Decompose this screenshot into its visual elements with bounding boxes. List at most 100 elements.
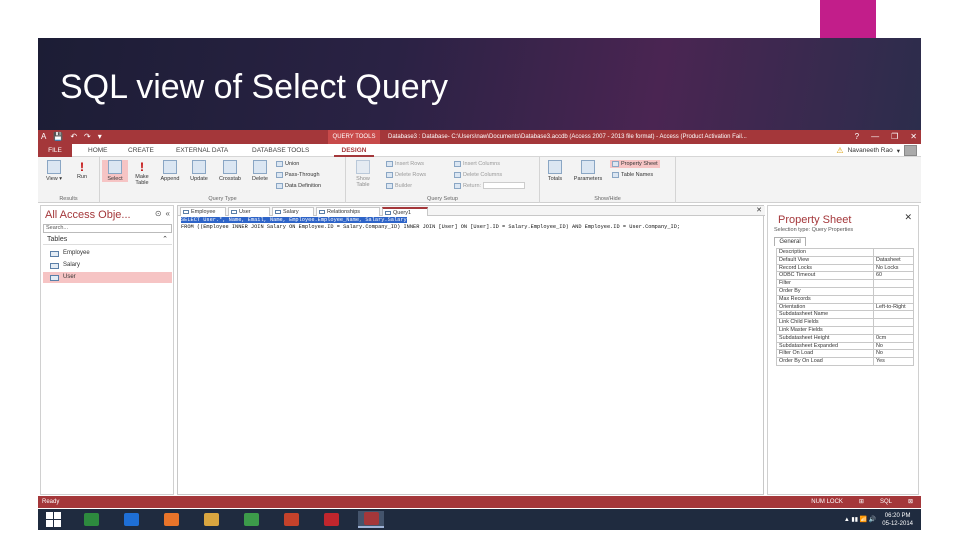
tab-external-data[interactable]: EXTERNAL DATA (176, 144, 228, 157)
update-button[interactable]: Update (186, 160, 212, 182)
nav-section-tables[interactable]: Tables ⌃ (43, 235, 172, 245)
show-table-button[interactable]: Show Table (350, 160, 376, 188)
view-button[interactable]: View ▾ (41, 160, 67, 182)
clock[interactable]: 06:20 PM 05-12-2014 (882, 512, 913, 528)
close-document-icon[interactable]: ✕ (756, 206, 762, 214)
undo-icon[interactable]: ↶ (70, 132, 77, 142)
property-row[interactable]: Default View Datasheet (776, 255, 914, 265)
property-value[interactable]: 0cm (873, 333, 914, 343)
return-input[interactable] (482, 182, 525, 190)
doc-tab-user[interactable]: User (228, 207, 270, 216)
property-row[interactable]: Filter (776, 279, 914, 288)
minimize-icon[interactable]: — (871, 130, 879, 144)
data-definition-button[interactable]: Data Definition (276, 182, 321, 190)
tab-create[interactable]: CREATE (128, 144, 154, 157)
table-names-button[interactable]: Table Names (612, 171, 653, 179)
doc-tab-query1[interactable]: Query1 (382, 207, 428, 216)
sql-editor[interactable]: SELECT User.*, Name, Email, Name, Employ… (181, 217, 761, 230)
property-value[interactable]: No Locks (873, 263, 914, 273)
property-value[interactable] (873, 318, 914, 327)
nav-item-user[interactable]: User (43, 272, 172, 283)
run-button[interactable]: ! Run (69, 160, 95, 180)
property-value[interactable] (873, 248, 914, 257)
doc-tab-salary[interactable]: Salary (272, 207, 314, 216)
property-sheet-button[interactable]: Property Sheet (610, 160, 660, 168)
tab-database-tools[interactable]: DATABASE TOOLS (252, 144, 309, 157)
taskbar-store-app[interactable] (78, 511, 104, 528)
help-icon[interactable]: ? (855, 130, 859, 144)
tray-icons[interactable]: ▲ ▮▮ 📶 🔊 (844, 516, 876, 523)
property-value[interactable] (873, 325, 914, 335)
builder-button[interactable]: Builder (386, 182, 412, 190)
property-row[interactable]: Orientation Left-to-Right (776, 302, 914, 312)
property-value[interactable]: 60 (873, 271, 914, 281)
property-row[interactable]: Subdatasheet Height 0cm (776, 333, 914, 343)
close-property-sheet-icon[interactable]: ✕ (904, 212, 912, 223)
nav-item-salary[interactable]: Salary (43, 260, 172, 271)
parameters-button[interactable]: Parameters (570, 160, 606, 182)
restore-icon[interactable]: ❐ (891, 130, 898, 144)
redo-icon[interactable]: ↷ (84, 132, 91, 142)
property-row[interactable]: Record Locks No Locks (776, 263, 914, 273)
insert-columns-button[interactable]: Insert Columns (454, 160, 500, 168)
property-row[interactable]: Filter On Load No (776, 349, 914, 359)
chrome-icon (243, 513, 259, 526)
taskbar-internet-explorer[interactable] (118, 511, 144, 528)
crosstab-button[interactable]: Crosstab (215, 160, 245, 182)
nav-item-employee[interactable]: Employee (43, 248, 172, 259)
taskbar-powerpoint[interactable] (278, 511, 304, 528)
nav-search-input[interactable]: Search... (43, 224, 172, 233)
property-value[interactable] (873, 286, 914, 296)
tab-design[interactable]: DESIGN (334, 144, 374, 157)
property-value[interactable] (873, 279, 914, 288)
property-value[interactable]: No (873, 341, 914, 351)
property-value[interactable]: Datasheet (873, 255, 914, 265)
property-row[interactable]: Max Records (776, 294, 914, 304)
datasheet-view-icon[interactable]: ⊞ (859, 496, 864, 508)
taskbar-chrome[interactable] (238, 511, 264, 528)
make-table-button[interactable]: ! Make Table (129, 160, 155, 186)
pass-through-button[interactable]: Pass-Through (276, 171, 320, 179)
close-icon[interactable]: ✕ (910, 130, 917, 144)
totals-button[interactable]: Totals (542, 160, 568, 182)
insert-rows-button[interactable]: Insert Rows (386, 160, 424, 168)
return-field[interactable]: Return: (454, 182, 525, 190)
delete-rows-button[interactable]: Delete Rows (386, 171, 426, 179)
select-button[interactable]: Select (102, 160, 128, 182)
property-value[interactable]: No (873, 349, 914, 359)
property-row[interactable]: Subdatasheet Expanded No (776, 341, 914, 351)
doc-tab-relationships[interactable]: Relationships (316, 207, 380, 216)
save-icon[interactable]: 💾 (53, 132, 63, 142)
property-row[interactable]: Subdatasheet Name (776, 310, 914, 320)
union-button[interactable]: Union (276, 160, 299, 168)
delete-button[interactable]: Delete (247, 160, 273, 182)
nav-pane-title[interactable]: All Access Obje... (45, 209, 131, 221)
taskbar-acrobat[interactable] (318, 511, 344, 528)
customize-qat-icon[interactable]: ▾ (98, 132, 102, 142)
tab-general[interactable]: General (774, 237, 806, 246)
property-row[interactable]: Link Master Fields (776, 325, 914, 335)
design-view-icon[interactable]: ⊠ (908, 496, 913, 508)
property-row[interactable]: ODBC Timeout 60 (776, 271, 914, 281)
property-value[interactable] (873, 294, 914, 304)
property-row[interactable]: Description (776, 248, 914, 257)
user-account[interactable]: ⚠ Navaneeth Rao ▾ (836, 145, 917, 156)
taskbar-access[interactable] (358, 511, 384, 528)
collapse-nav-icon[interactable]: « (166, 209, 170, 218)
property-value[interactable]: Yes (873, 357, 914, 366)
sql-view-icon[interactable]: SQL (880, 496, 892, 508)
doc-tab-employee[interactable]: Employee (180, 207, 226, 216)
property-value[interactable]: Left-to-Right (873, 302, 914, 312)
property-value[interactable] (873, 310, 914, 320)
taskbar-firefox[interactable] (158, 511, 184, 528)
tab-home[interactable]: HOME (88, 144, 108, 157)
property-row[interactable]: Order By (776, 286, 914, 296)
property-row[interactable]: Order By On Load Yes (776, 357, 914, 366)
taskbar-file-explorer[interactable] (198, 511, 224, 528)
delete-columns-button[interactable]: Delete Columns (454, 171, 502, 179)
start-button[interactable] (46, 512, 62, 527)
property-row[interactable]: Link Child Fields (776, 318, 914, 327)
tab-file[interactable]: FILE (38, 144, 72, 157)
append-button[interactable]: Append (157, 160, 183, 182)
nav-menu-icon[interactable]: ⊙ (155, 209, 162, 218)
